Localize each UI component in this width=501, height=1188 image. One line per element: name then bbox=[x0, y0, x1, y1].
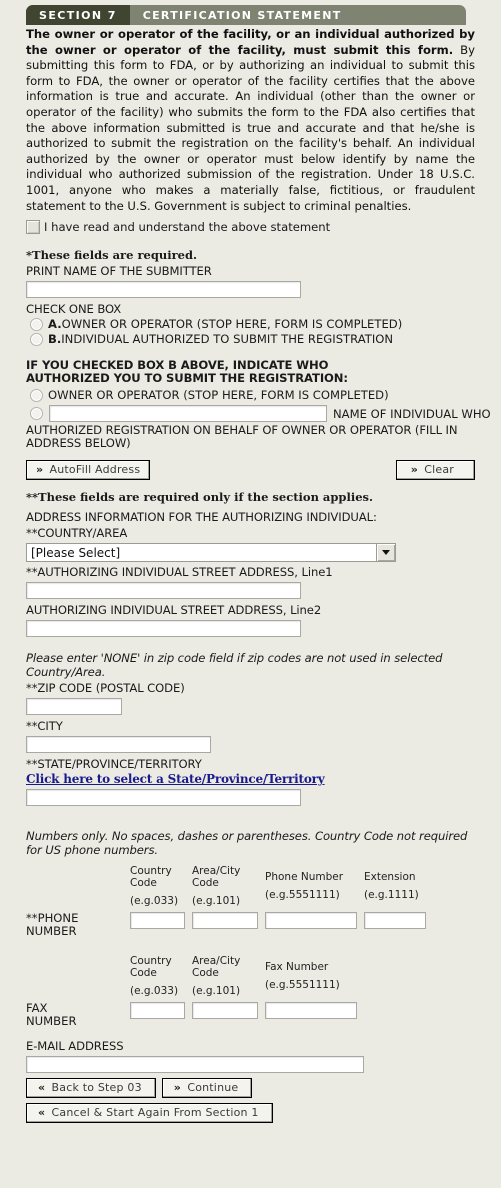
clear-button[interactable]: » Clear bbox=[395, 460, 475, 481]
authorizer-heading-line2: AUTHORIZED YOU TO SUBMIT THE REGISTRATIO… bbox=[26, 371, 348, 386]
authorizer-name-label-continued: AUTHORIZED REGISTRATION ON BEHALF OF OWN… bbox=[26, 423, 458, 451]
authorizer-name-input[interactable] bbox=[49, 405, 327, 423]
zip-code-hint: Please enter 'NONE' in zip code field if… bbox=[26, 651, 443, 680]
fax-number-input[interactable] bbox=[265, 1002, 357, 1020]
authorizer-heading-line1: IF YOU CHECKED BOX B ABOVE, INDICATE WHO bbox=[26, 358, 329, 373]
street-address-line1-input[interactable] bbox=[26, 582, 301, 600]
authorizer-owner-label: OWNER OR OPERATOR (STOP HERE, FORM IS CO… bbox=[48, 388, 389, 403]
submitter-option-a-radio[interactable] bbox=[30, 317, 43, 331]
country-select-button[interactable] bbox=[376, 544, 395, 562]
autofill-address-button[interactable]: » AutoFill Address bbox=[26, 460, 151, 481]
fax-col-country-code: Country Code (e.g.033) bbox=[130, 955, 179, 998]
fax-country-code-input[interactable] bbox=[130, 1002, 185, 1020]
footer-button-row-secondary: « Cancel & Start Again From Section 1 bbox=[0, 1098, 501, 1124]
email-input[interactable] bbox=[26, 1056, 364, 1074]
section-title: CERTIFICATION STATEMENT bbox=[142, 8, 342, 22]
chevron-down-icon bbox=[382, 550, 390, 556]
double-left-chevron-icon: « bbox=[38, 1106, 45, 1120]
submitter-option-b-radio[interactable] bbox=[30, 332, 43, 346]
phone-number-input[interactable] bbox=[265, 912, 357, 930]
submitter-name-input[interactable] bbox=[26, 281, 301, 299]
submitter-name-label: PRINT NAME OF THE SUBMITTER bbox=[26, 264, 212, 279]
country-select[interactable]: [Please Select] bbox=[26, 543, 396, 563]
certification-statement-text: The owner or operator of the facility, o… bbox=[0, 27, 501, 214]
phone-row-label: **PHONE NUMBER bbox=[26, 911, 79, 939]
authorizer-name-radio[interactable] bbox=[30, 407, 43, 421]
state-label: **STATE/PROVINCE/TERRITORY bbox=[26, 757, 202, 772]
cancel-and-restart-button[interactable]: « Cancel & Start Again From Section 1 bbox=[26, 1103, 273, 1124]
acknowledge-row: I have read and understand the above sta… bbox=[0, 214, 501, 235]
phone-country-code-input[interactable] bbox=[130, 912, 185, 930]
country-select-value: [Please Select] bbox=[31, 545, 121, 560]
address-heading: ADDRESS INFORMATION FOR THE AUTHORIZING … bbox=[26, 510, 377, 525]
phone-col-extension: Extension (e.g.1111) bbox=[364, 871, 419, 902]
double-right-chevron-icon: » bbox=[410, 463, 418, 477]
fax-col-area-code: Area/City Code (e.g.101) bbox=[192, 955, 241, 998]
street-address-line2-label: AUTHORIZING INDIVIDUAL STREET ADDRESS, L… bbox=[26, 603, 322, 618]
phone-extension-input[interactable] bbox=[364, 912, 426, 930]
double-left-chevron-icon: « bbox=[38, 1081, 45, 1095]
check-one-box-label: CHECK ONE BOX bbox=[26, 302, 122, 317]
zip-code-input[interactable] bbox=[26, 698, 122, 716]
fax-input-row: FAX NUMBER bbox=[26, 1002, 475, 1028]
authorizer-owner-row: OWNER OR OPERATOR (STOP HERE, FORM IS CO… bbox=[0, 385, 501, 402]
fax-area-code-input[interactable] bbox=[192, 1002, 258, 1020]
certification-body: By submitting this form to FDA, or by au… bbox=[26, 42, 475, 213]
zip-code-label: **ZIP CODE (POSTAL CODE) bbox=[26, 681, 185, 696]
fax-grid: Country Code (e.g.033) Area/City Code (e.g… bbox=[0, 955, 501, 1028]
fax-header-row: Country Code (e.g.033) Area/City Code (e.g… bbox=[26, 955, 475, 997]
conditional-fields-note: **These fields are required only if the … bbox=[26, 490, 373, 505]
fax-row-label: FAX NUMBER bbox=[26, 1001, 77, 1029]
footer-button-row-primary: « Back to Step 03 » Continue bbox=[0, 1073, 501, 1099]
phone-input-row: **PHONE NUMBER bbox=[26, 912, 475, 938]
required-fields-note: *These fields are required. bbox=[26, 248, 198, 263]
phone-grid: Country Code (e.g.033) Area/City Code (e.g… bbox=[0, 865, 501, 938]
section-number-tag: SECTION 7 bbox=[26, 5, 130, 25]
phone-col-country-code: Country Code (e.g.033) bbox=[130, 865, 179, 908]
continue-button[interactable]: » Continue bbox=[161, 1078, 253, 1099]
double-right-chevron-icon: » bbox=[36, 463, 43, 477]
phone-header-row: Country Code (e.g.033) Area/City Code (e.g… bbox=[26, 865, 475, 907]
submitter-option-b-label: B.INDIVIDUAL AUTHORIZED TO SUBMIT THE RE… bbox=[48, 332, 394, 347]
certification-bold-lead: The owner or operator of the facility, o… bbox=[26, 27, 475, 57]
authorizer-name-label-inline: NAME OF INDIVIDUAL WHO bbox=[333, 406, 491, 421]
phone-col-area-code: Area/City Code (e.g.101) bbox=[192, 865, 241, 908]
city-label: **CITY bbox=[26, 719, 63, 734]
country-label: **COUNTRY/AREA bbox=[26, 526, 128, 541]
city-input[interactable] bbox=[26, 736, 211, 754]
address-action-bar: » AutoFill Address » Clear bbox=[0, 450, 501, 481]
street-address-line2-input[interactable] bbox=[26, 620, 301, 638]
acknowledge-label: I have read and understand the above sta… bbox=[44, 220, 331, 235]
state-select-link[interactable]: Click here to select a State/Province/Te… bbox=[0, 771, 501, 786]
submitter-option-b-row: B.INDIVIDUAL AUTHORIZED TO SUBMIT THE RE… bbox=[0, 331, 501, 346]
phone-hint: Numbers only. No spaces, dashes or paren… bbox=[26, 829, 468, 858]
authorizer-owner-radio[interactable] bbox=[30, 388, 43, 402]
submitter-option-a-label: A.OWNER OR OPERATOR (STOP HERE, FORM IS … bbox=[48, 317, 403, 332]
phone-area-code-input[interactable] bbox=[192, 912, 258, 930]
section-header-bar: SECTION 7 CERTIFICATION STATEMENT bbox=[26, 5, 466, 25]
phone-col-number: Phone Number (e.g.5551111) bbox=[265, 871, 344, 902]
double-right-chevron-icon: » bbox=[173, 1081, 181, 1095]
authorizer-name-row: NAME OF INDIVIDUAL WHO bbox=[0, 402, 501, 423]
back-to-step-03-button[interactable]: « Back to Step 03 bbox=[26, 1078, 156, 1099]
acknowledge-checkbox[interactable] bbox=[26, 220, 40, 235]
fax-col-number: Fax Number (e.g.5551111) bbox=[265, 961, 340, 992]
state-input[interactable] bbox=[26, 789, 301, 807]
email-label: E-MAIL ADDRESS bbox=[26, 1039, 124, 1054]
street-address-line1-label: **AUTHORIZING INDIVIDUAL STREET ADDRESS,… bbox=[26, 565, 333, 580]
submitter-option-a-row: A.OWNER OR OPERATOR (STOP HERE, FORM IS … bbox=[0, 316, 501, 331]
